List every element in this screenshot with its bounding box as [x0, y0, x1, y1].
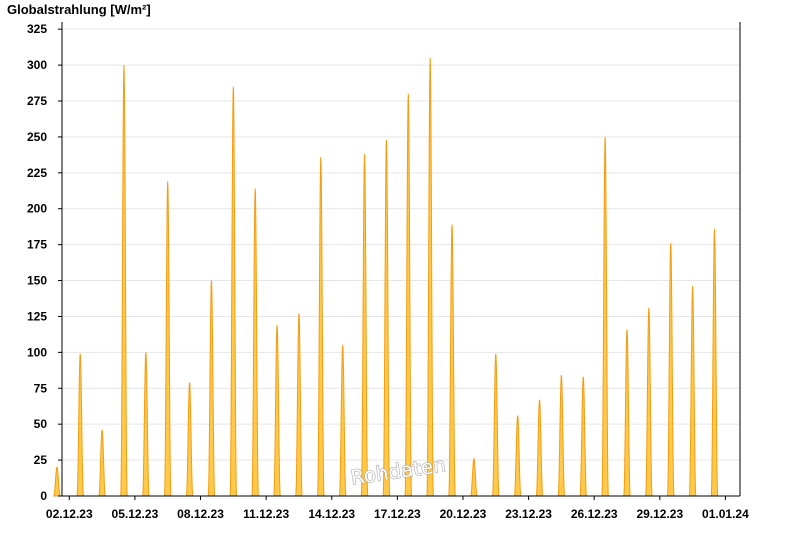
y-tick-label: 150 [27, 274, 47, 288]
y-tick-label: 125 [27, 309, 47, 323]
daily-peak [185, 382, 194, 497]
x-tick-label: 11.12.23 [243, 507, 289, 521]
y-tick-label: 200 [27, 202, 47, 216]
x-tick-label: 20.12.23 [440, 507, 487, 521]
daily-peak [76, 353, 85, 497]
daily-peak [666, 243, 675, 497]
x-tick-label: 26.12.23 [571, 507, 618, 521]
y-tick-label: 300 [27, 58, 47, 72]
x-tick-label: 17.12.23 [374, 507, 421, 521]
chart-title: Globalstrahlung [W/m²] [7, 2, 151, 17]
y-tick-label: 275 [27, 94, 47, 108]
x-tick-label: 14.12.23 [308, 507, 355, 521]
x-tick-label: 08.12.23 [177, 507, 224, 521]
daily-peak [448, 224, 456, 497]
daily-peak [688, 286, 697, 497]
y-tick-label: 250 [27, 130, 47, 144]
grid-lines [62, 28, 740, 461]
daily-peak [557, 375, 566, 497]
series-area [52, 57, 719, 497]
x-tick-label: 23.12.23 [505, 507, 552, 521]
x-tick-label: 05.12.23 [112, 507, 159, 521]
daily-peak [513, 415, 522, 497]
y-tick-label: 75 [34, 381, 48, 395]
daily-peak [273, 325, 281, 497]
radiation-chart: Globalstrahlung [W/m²] 0 25 50 75 100 125 150 1… [7, 2, 749, 521]
daily-peak [535, 399, 544, 497]
daily-peak [382, 139, 391, 497]
daily-peak [710, 228, 719, 497]
y-tick-label: 100 [27, 345, 47, 359]
y-ticks: 0 25 50 75 100 125 150 175 200 225 250 275 300 325 [27, 22, 62, 503]
daily-peak [52, 466, 62, 497]
daily-peak [229, 86, 238, 497]
daily-peak [645, 307, 653, 497]
y-tick-label: 25 [34, 453, 48, 467]
x-tick-label: 01.01.24 [702, 507, 749, 521]
y-tick-label: 50 [34, 417, 48, 431]
axes [61, 22, 741, 497]
daily-peak [623, 329, 631, 497]
daily-peak [98, 429, 107, 497]
x-tick-label: 02.12.23 [46, 507, 93, 521]
daily-peak [163, 181, 172, 497]
y-tick-label: 0 [40, 489, 47, 503]
daily-peak [295, 313, 303, 497]
x-ticks: 02.12.23 05.12.23 08.12.23 11.12.23 14.12.23… [46, 496, 749, 521]
daily-peak [404, 93, 413, 497]
daily-peak [579, 376, 588, 497]
daily-peak [360, 154, 369, 497]
y-tick-label: 325 [27, 22, 47, 36]
y-tick-label: 225 [27, 166, 47, 180]
x-tick-label: 29.12.23 [636, 507, 683, 521]
daily-peak [469, 457, 479, 497]
daily-peak [426, 57, 434, 497]
daily-peak [338, 345, 347, 497]
daily-peak [491, 353, 500, 497]
y-tick-label: 175 [27, 238, 47, 252]
daily-peak [316, 156, 325, 497]
daily-peak [251, 188, 260, 497]
